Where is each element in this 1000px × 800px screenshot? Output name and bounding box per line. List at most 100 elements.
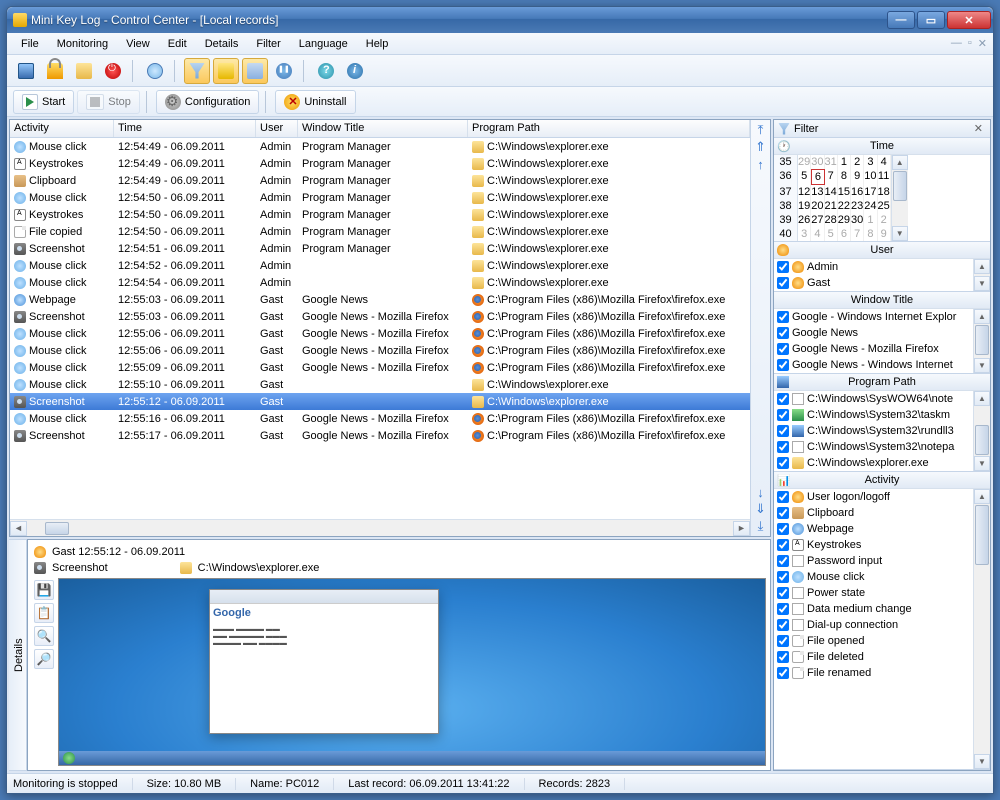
table-row[interactable]: Mouse click12:55:06 - 06.09.2011GastGoog… [10,325,750,342]
uninstall-button[interactable]: Uninstall [275,90,355,114]
nav-first-icon[interactable]: ⤒ [753,122,769,138]
open-folder-icon[interactable] [71,58,97,84]
table-row[interactable]: Clipboard12:54:49 - 06.09.2011AdminProgr… [10,172,750,189]
col-window-title[interactable]: Window Title [298,120,468,137]
highlight-icon[interactable] [213,58,239,84]
minimize-button[interactable]: — [887,11,915,29]
wtitle-scrollbar[interactable]: ▲▼ [973,309,990,373]
filter-close-icon[interactable]: ✕ [971,122,986,135]
filter-checkbox[interactable] [777,667,789,679]
filter-checkbox[interactable] [777,393,789,405]
filter-item[interactable]: Power state [774,585,973,601]
filter-item[interactable]: Google News - Windows Internet [774,357,973,373]
filter-checkbox[interactable] [777,523,789,535]
calendar-day[interactable]: 5 [825,227,838,241]
details-tab[interactable]: Details [9,539,27,771]
calendar-day[interactable]: 8 [838,169,851,185]
table-row[interactable]: Screenshot12:55:17 - 06.09.2011GastGoogl… [10,427,750,444]
calendar-day[interactable]: 5 [798,169,811,185]
calendar-day[interactable]: 7 [851,227,864,241]
filter-item[interactable]: Google - Windows Internet Explor [774,309,973,325]
calendar-day[interactable]: 2 [851,155,864,169]
table-row[interactable]: Screenshot12:55:12 - 06.09.2011GastC:\Wi… [10,393,750,410]
save-icon[interactable]: 💾 [34,580,54,600]
calendar-day[interactable]: 15 [838,185,851,199]
activity-scrollbar[interactable]: ▲▼ [973,489,990,769]
filter-checkbox[interactable] [777,441,789,453]
filter-checkbox[interactable] [777,587,789,599]
calendar-day[interactable]: 28 [825,213,838,227]
filter-item[interactable]: Password input [774,553,973,569]
calendar-day[interactable]: 7 [825,169,838,185]
calendar-day[interactable]: 10 [864,169,877,185]
filter-item[interactable]: Admin [774,259,973,275]
filter-checkbox[interactable] [777,425,789,437]
path-scrollbar[interactable]: ▲▼ [973,391,990,471]
calendar-day[interactable]: 1 [838,155,851,169]
nav-pagedown-icon[interactable]: ⇓ [753,501,769,517]
maximize-button[interactable]: ▭ [917,11,945,29]
menu-details[interactable]: Details [197,36,247,52]
calendar-day[interactable]: 22 [838,199,851,213]
filter-checkbox[interactable] [777,603,789,615]
col-program-path[interactable]: Program Path [468,120,750,137]
filter-checkbox[interactable] [777,635,789,647]
filter-item[interactable]: Mouse click [774,569,973,585]
start-button[interactable]: Start [13,90,74,114]
filter-checkbox[interactable] [777,409,789,421]
calendar-day[interactable]: 4 [878,155,891,169]
filter-item[interactable]: File renamed [774,665,973,681]
stop-button[interactable]: Stop [77,90,140,114]
filter-item[interactable]: C:\Windows\System32\taskm [774,407,973,423]
calendar-day[interactable]: 21 [825,199,838,213]
menu-monitoring[interactable]: Monitoring [49,36,116,52]
close-button[interactable]: ✕ [947,11,991,29]
zoom-in-icon[interactable]: 🔍 [34,626,54,646]
calendar-day[interactable]: 26 [798,213,811,227]
menu-file[interactable]: File [13,36,47,52]
help-icon[interactable] [313,58,339,84]
table-row[interactable]: Mouse click12:55:10 - 06.09.2011GastC:\W… [10,376,750,393]
titlebar[interactable]: Mini Key Log - Control Center - [Local r… [7,7,993,33]
calendar-day[interactable]: 9 [878,227,891,241]
col-user[interactable]: User [256,120,298,137]
filter-item[interactable]: C:\Windows\System32\notepa [774,439,973,455]
monitor-icon[interactable] [13,58,39,84]
calendar-day[interactable]: 30 [811,155,824,169]
calendar-day[interactable]: 9 [851,169,864,185]
horizontal-scrollbar[interactable]: ◄► [10,519,750,536]
calendar-day[interactable]: 4 [811,227,824,241]
filter-item[interactable]: Webpage [774,521,973,537]
calendar-day[interactable]: 8 [864,227,877,241]
filter-checkbox[interactable] [777,651,789,663]
user-scrollbar[interactable]: ▲▼ [973,259,990,291]
calendar-day[interactable]: 14 [825,185,838,199]
filter-item[interactable]: Dial-up connection [774,617,973,633]
filter-checkbox[interactable] [777,555,789,567]
menu-language[interactable]: Language [291,36,356,52]
filter-item[interactable]: Data medium change [774,601,973,617]
mdi-close-icon[interactable]: ✕ [978,37,987,50]
mdi-minimize-icon[interactable]: — [951,37,962,50]
tabs-icon[interactable] [242,58,268,84]
calendar-day[interactable]: 29 [838,213,851,227]
filter-item[interactable]: File deleted [774,649,973,665]
calendar-day[interactable]: 3 [798,227,811,241]
nav-last-icon[interactable]: ⤓ [753,518,769,534]
filter-checkbox[interactable] [777,571,789,583]
filter-item[interactable]: Keystrokes [774,537,973,553]
calendar-day[interactable]: 24 [864,199,877,213]
filter-item[interactable]: Google News [774,325,973,341]
table-row[interactable]: Mouse click12:54:49 - 06.09.2011AdminPro… [10,138,750,155]
filter-item[interactable]: User logon/logoff [774,489,973,505]
filter-checkbox[interactable] [777,327,789,339]
screenshot-preview[interactable]: Google▬▬▬ ▬▬▬▬ ▬▬▬▬ ▬▬▬▬▬ ▬▬▬▬▬▬▬ ▬▬ ▬▬▬… [58,578,766,766]
filter-item[interactable]: C:\Windows\System32\rundll3 [774,423,973,439]
menu-edit[interactable]: Edit [160,36,195,52]
zoom-out-icon[interactable]: 🔎 [34,649,54,669]
calendar-day[interactable]: 30 [851,213,864,227]
filter-item[interactable]: Clipboard [774,505,973,521]
calendar-day[interactable]: 17 [864,185,877,199]
calendar-day[interactable]: 3 [864,155,877,169]
nav-up-icon[interactable]: ↑ [753,156,769,172]
